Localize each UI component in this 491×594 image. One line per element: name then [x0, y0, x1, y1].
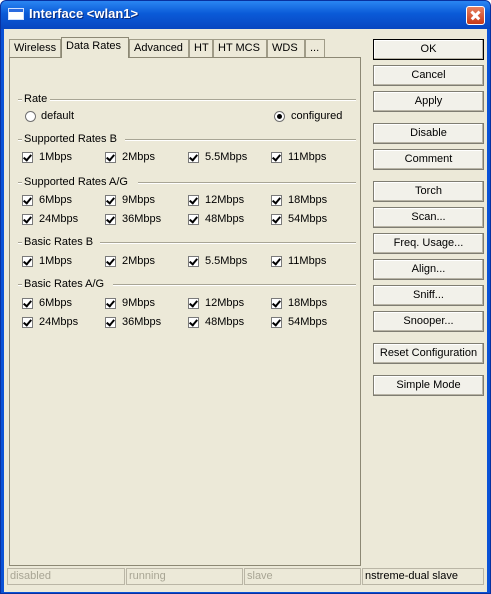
status-slave: slave: [244, 568, 361, 585]
basic-ag-24mbps-checkbox[interactable]: [22, 317, 33, 328]
basic-ag-36mbps-label: 36Mbps: [122, 316, 162, 328]
basic-ag-48mbps-label: 48Mbps: [205, 316, 245, 328]
supported-rates-b-title: Supported Rates B: [24, 133, 117, 145]
scan-button[interactable]: Scan...: [373, 207, 484, 228]
supported-ag-54mbps-checkbox[interactable]: [271, 214, 282, 225]
tab-more[interactable]: ...: [305, 39, 325, 57]
supported-ag-6mbps-label: 6Mbps: [39, 194, 73, 206]
rate-configured-label: configured: [291, 110, 343, 122]
supported-ag-36mbps-label: 36Mbps: [122, 213, 162, 225]
data-rates-panel: Rate default configured Supported Rates …: [9, 57, 361, 566]
supported-rates-b-separator: [125, 139, 356, 141]
supported-b-1mbps-checkbox[interactable]: [22, 152, 33, 163]
tab-wireless[interactable]: Wireless: [9, 39, 61, 57]
status-running: running: [126, 568, 243, 585]
simple-mode-button[interactable]: Simple Mode: [373, 375, 484, 396]
apply-button[interactable]: Apply: [373, 91, 484, 112]
supported-ag-24mbps-label: 24Mbps: [39, 213, 79, 225]
supported-b-1mbps-label: 1Mbps: [39, 151, 73, 163]
close-button[interactable]: [466, 6, 485, 25]
basic-b-5-5mbps-label: 5.5Mbps: [205, 255, 248, 267]
basic-ag-9mbps-checkbox[interactable]: [105, 298, 116, 309]
snooper-button[interactable]: Snooper...: [373, 311, 484, 332]
supported-b-11mbps-checkbox[interactable]: [271, 152, 282, 163]
basic-ag-12mbps-checkbox[interactable]: [188, 298, 199, 309]
basic-ag-36mbps-checkbox[interactable]: [105, 317, 116, 328]
basic-ag-18mbps-label: 18Mbps: [288, 297, 328, 309]
rate-configured-radio[interactable]: [274, 111, 285, 122]
basic-b-1mbps-checkbox[interactable]: [22, 256, 33, 267]
supported-ag-54mbps-label: 54Mbps: [288, 213, 328, 225]
basic-b-11mbps-checkbox[interactable]: [271, 256, 282, 267]
supported-b-2mbps-label: 2Mbps: [122, 151, 156, 163]
basic-b-2mbps-label: 2Mbps: [122, 255, 156, 267]
basic-rates-b-title: Basic Rates B: [24, 236, 94, 248]
basic-rates-b-separator: [100, 242, 356, 244]
supported-rates-ag-separator: [138, 182, 356, 184]
sniff-button[interactable]: Sniff...: [373, 285, 484, 306]
tab-ht-mcs[interactable]: HT MCS: [213, 39, 267, 57]
status-bar: disabled running slave nstreme-dual slav…: [4, 568, 487, 587]
basic-b-11mbps-label: 11Mbps: [288, 255, 327, 267]
cancel-button[interactable]: Cancel: [373, 65, 484, 86]
supported-rates-ag-title: Supported Rates A/G: [24, 176, 128, 188]
basic-ag-48mbps-checkbox[interactable]: [188, 317, 199, 328]
rate-default-label: default: [41, 110, 75, 122]
supported-ag-9mbps-label: 9Mbps: [122, 194, 156, 206]
basic-rates-ag-separator: [113, 284, 356, 286]
basic-ag-6mbps-checkbox[interactable]: [22, 298, 33, 309]
supported-ag-48mbps-label: 48Mbps: [205, 213, 245, 225]
status-disabled: disabled: [7, 568, 125, 585]
disable-button[interactable]: Disable: [373, 123, 484, 144]
basic-ag-18mbps-checkbox[interactable]: [271, 298, 282, 309]
supported-ag-6mbps-checkbox[interactable]: [22, 195, 33, 206]
supported-b-5-5mbps-label: 5.5Mbps: [205, 151, 248, 163]
supported-ag-9mbps-checkbox[interactable]: [105, 195, 116, 206]
supported-ag-12mbps-label: 12Mbps: [205, 194, 245, 206]
rate-separator: [50, 99, 356, 101]
tab-data-rates[interactable]: Data Rates: [61, 37, 129, 58]
status-mode: nstreme-dual slave: [362, 568, 484, 585]
basic-b-5-5mbps-checkbox[interactable]: [188, 256, 199, 267]
basic-ag-12mbps-label: 12Mbps: [205, 297, 245, 309]
rate-section-title: Rate: [24, 93, 48, 105]
window-client: Wireless Data Rates Advanced HT HT MCS W…: [4, 29, 487, 592]
supported-ag-12mbps-checkbox[interactable]: [188, 195, 199, 206]
basic-ag-6mbps-label: 6Mbps: [39, 297, 73, 309]
rate-separator-left: [18, 99, 22, 101]
ok-button[interactable]: OK: [373, 39, 484, 60]
basic-b-1mbps-label: 1Mbps: [39, 255, 73, 267]
basic-b-2mbps-checkbox[interactable]: [105, 256, 116, 267]
basic-ag-24mbps-label: 24Mbps: [39, 316, 79, 328]
tab-ht[interactable]: HT: [189, 39, 213, 57]
freq-usage-button[interactable]: Freq. Usage...: [373, 233, 484, 254]
window-icon: [8, 8, 24, 20]
supported-ag-18mbps-checkbox[interactable]: [271, 195, 282, 206]
torch-button[interactable]: Torch: [373, 181, 484, 202]
basic-rates-ag-title: Basic Rates A/G: [24, 278, 105, 290]
title-bar[interactable]: Interface <wlan1>: [1, 1, 490, 29]
supported-b-11mbps-label: 11Mbps: [288, 151, 327, 163]
tab-advanced[interactable]: Advanced: [129, 39, 189, 57]
supported-b-5-5mbps-checkbox[interactable]: [188, 152, 199, 163]
window-title: Interface <wlan1>: [29, 6, 139, 21]
supported-ag-18mbps-label: 18Mbps: [288, 194, 328, 206]
reset-configuration-button[interactable]: Reset Configuration: [373, 343, 484, 364]
basic-ag-9mbps-label: 9Mbps: [122, 297, 156, 309]
supported-b-2mbps-checkbox[interactable]: [105, 152, 116, 163]
align-button[interactable]: Align...: [373, 259, 484, 280]
supported-ag-48mbps-checkbox[interactable]: [188, 214, 199, 225]
basic-ag-54mbps-checkbox[interactable]: [271, 317, 282, 328]
rate-default-radio[interactable]: [25, 111, 36, 122]
supported-ag-24mbps-checkbox[interactable]: [22, 214, 33, 225]
interface-window: Interface <wlan1> Wireless Data Rates Ad…: [0, 0, 491, 594]
supported-ag-36mbps-checkbox[interactable]: [105, 214, 116, 225]
comment-button[interactable]: Comment: [373, 149, 484, 170]
basic-ag-54mbps-label: 54Mbps: [288, 316, 328, 328]
tab-wds[interactable]: WDS: [267, 39, 305, 57]
